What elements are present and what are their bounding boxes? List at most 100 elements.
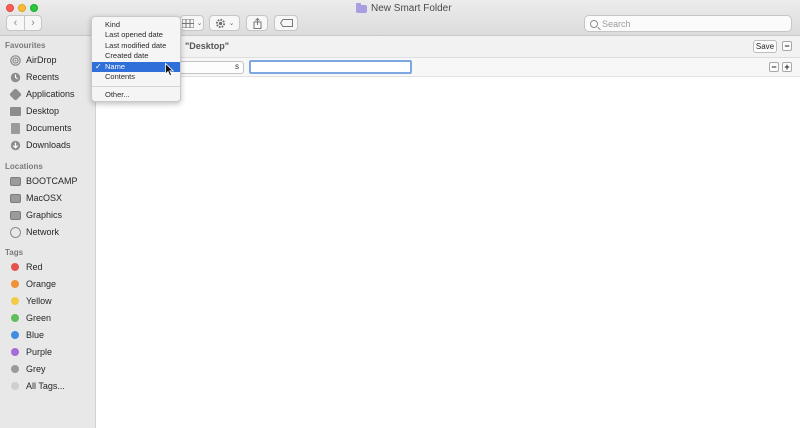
sidebar-item-label: BOOTCAMP [26,176,78,186]
search-scope-desktop[interactable]: "Desktop" [185,41,229,51]
sidebar-item-recents[interactable]: Recents [10,70,59,84]
smart-folder-icon [356,2,367,13]
main-content: "Desktop" Save − s ⌃ − + [96,36,800,428]
tag-color-dot [11,382,19,390]
network-icon [10,226,21,238]
sidebar-item-tag-purple[interactable]: Purple [10,345,52,359]
sidebar-item-documents[interactable]: Documents [10,121,72,135]
sidebar-item-label: All Tags... [26,381,65,391]
window-title: New Smart Folder [356,2,452,14]
menu-item-label: Kind [105,20,121,29]
forward-icon: › [31,17,35,29]
sidebar-item-tag-orange[interactable]: Orange [10,277,56,291]
back-button[interactable]: ‹ [7,16,24,30]
add-criteria-button[interactable]: + [782,62,792,72]
sidebar-item-label: MacOSX [26,193,63,203]
remove-scope-button[interactable]: − [782,41,792,51]
tag-color-dot [11,297,19,305]
sidebar-item-label: Grey [26,364,46,374]
search-field[interactable] [584,15,792,32]
criteria-value-input[interactable] [249,60,412,74]
sidebar-item-label: Documents [26,123,72,133]
sidebar-item-label: Graphics [26,210,63,220]
sidebar-item-bootcamp[interactable]: BOOTCAMP [10,174,78,188]
share-icon [253,17,261,29]
sidebar-item-label: AirDrop [26,55,57,65]
menu-item-label: Other... [105,90,130,100]
close-window-button[interactable] [6,4,14,12]
downloads-icon [10,140,21,151]
sidebar-item-tag-grey[interactable]: Grey [10,362,46,376]
chevron-down-icon: ⌄ [228,20,235,27]
chevron-updown-icon: ⌃ [234,64,240,71]
grid-view-icon [181,18,194,28]
airdrop-icon [10,54,21,66]
search-criteria-row: s ⌃ − + [96,58,800,77]
sidebar-item-tag-green[interactable]: Green [10,311,51,325]
sidebar-item-label: Desktop [26,106,60,116]
minimize-window-button[interactable] [18,4,26,12]
zoom-window-button[interactable] [30,4,38,12]
tag-color-dot [11,263,19,271]
finder-window: New Smart Folder ‹ › ⌄ ⌄ Search Favourit… [0,0,800,428]
search-input[interactable] [602,18,782,29]
action-button[interactable]: ⌄ [209,15,240,31]
menu-item-kind[interactable]: Kind [92,20,180,30]
tag-color-dot [11,314,19,322]
sidebar-item-label: Red [26,262,43,272]
sidebar-item-tag-yellow[interactable]: Yellow [10,294,52,308]
sidebar-item-label: Applications [26,89,75,99]
recents-icon [10,72,21,83]
tag-button[interactable] [274,15,298,31]
documents-icon [10,122,21,134]
chevron-down-icon: ⌄ [196,20,203,27]
sidebar-item-applications[interactable]: Applications [10,87,75,101]
sidebar-section-tags: Tags [5,248,24,257]
sidebar-item-label: Blue [26,330,45,340]
sidebar-item-macosx[interactable]: MacOSX [10,191,62,205]
search-icon [590,19,598,28]
sidebar-item-label: Recents [26,72,60,82]
sidebar-item-airdrop[interactable]: AirDrop [10,53,57,67]
disk-icon [10,176,21,187]
sidebar-item-all-tags[interactable]: All Tags... [10,379,65,393]
sidebar-item-tag-blue[interactable]: Blue [10,328,44,342]
applications-icon [10,89,21,100]
mouse-pointer-icon [165,63,175,77]
sidebar-section-favourites: Favourites [5,41,46,50]
sidebar-item-label: Orange [26,279,57,289]
view-mode-button[interactable]: ⌄ [180,15,204,31]
menu-item-last-opened-date[interactable]: Last opened date [92,30,180,40]
sidebar-item-label: Network [26,227,60,237]
menu-item-created-date[interactable]: Created date [92,51,180,61]
disk-icon [10,210,21,221]
sidebar-item-desktop[interactable]: Desktop [10,104,59,118]
window-title-text: New Smart Folder [371,3,452,14]
sidebar-item-network[interactable]: Network [10,225,59,239]
tag-color-dot [11,280,19,288]
sidebar-item-label: Purple [26,347,53,357]
sidebar-item-tag-red[interactable]: Red [10,260,43,274]
menu-item-other[interactable]: Other... [92,90,180,100]
tag-color-dot [11,348,19,356]
sidebar-item-downloads[interactable]: Downloads [10,138,71,152]
menu-item-label: Contents [105,71,136,81]
remove-criteria-button[interactable]: − [769,62,779,72]
sidebar: Favourites AirDrop Recents Applications … [0,36,96,428]
back-icon: ‹ [13,17,18,29]
menu-item-label: Name [105,61,126,71]
sidebar-item-graphics[interactable]: Graphics [10,208,62,222]
menu-separator [92,86,180,88]
menu-item-label: Created date [105,51,149,61]
menu-item-last-modified-date[interactable]: Last modified date [92,41,180,51]
desktop-icon [10,106,21,117]
forward-button[interactable]: › [24,16,41,30]
sidebar-item-label: Downloads [26,140,71,150]
tag-color-dot [11,331,19,339]
share-button[interactable] [246,15,268,31]
navigation-buttons: ‹ › [6,15,42,31]
save-button[interactable]: Save [753,40,777,53]
menu-item-label: Last modified date [105,40,167,50]
attribute-select[interactable]: s ⌃ [176,61,244,74]
sidebar-item-label: Green [26,313,52,323]
